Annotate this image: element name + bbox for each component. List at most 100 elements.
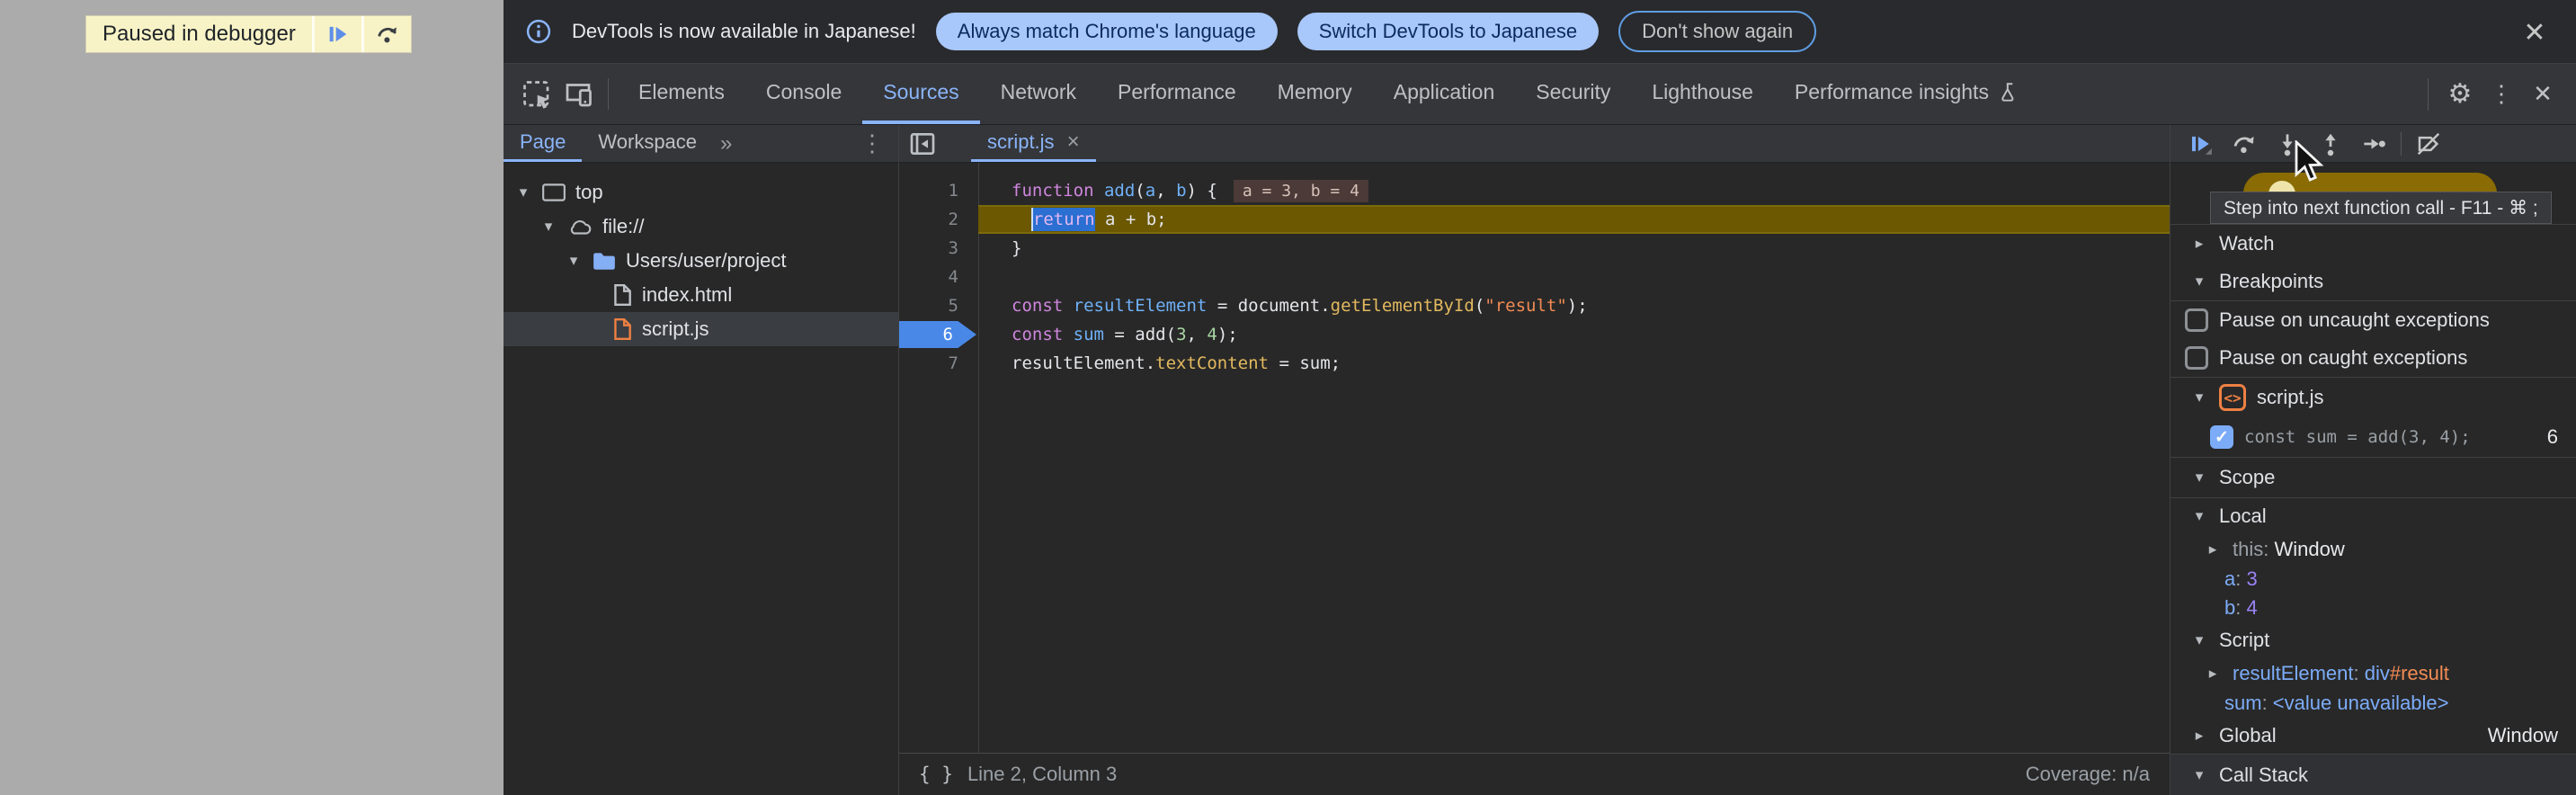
- tab-application[interactable]: Application: [1373, 64, 1516, 124]
- pause-caught-checkbox[interactable]: [2185, 346, 2208, 370]
- watch-section-header[interactable]: ▸ Watch: [2170, 225, 2576, 263]
- dont-show-again-button[interactable]: Don't show again: [1618, 11, 1816, 52]
- toolbar-separator: [608, 78, 609, 110]
- scope-script-group[interactable]: ▾ Script: [2170, 622, 2576, 658]
- navigator-tab-workspace[interactable]: Workspace: [582, 125, 713, 162]
- devtools-main-toolbar: Elements Console Sources Network Perform…: [504, 64, 2576, 125]
- scope-this-row[interactable]: ▸ this: Window: [2170, 534, 2576, 565]
- code-line-3[interactable]: }: [979, 234, 2170, 263]
- tree-item-file-origin[interactable]: ▾ file://: [504, 210, 898, 244]
- scope-sum-row[interactable]: sum: <value unavailable>: [2170, 689, 2576, 718]
- pretty-print-icon[interactable]: { }: [919, 764, 953, 785]
- deactivate-breakpoints-icon[interactable]: [2407, 125, 2450, 163]
- navigator-tab-strip: Page Workspace » ⋮: [504, 125, 898, 163]
- code-line-5[interactable]: const resultElement = document. getEleme…: [979, 291, 2170, 320]
- pause-uncaught-checkbox[interactable]: [2185, 308, 2208, 332]
- resume-script-execution-icon[interactable]: [2179, 125, 2223, 163]
- tree-item-top[interactable]: ▾ top: [504, 175, 898, 210]
- collapse-icon[interactable]: ▾: [2190, 469, 2208, 487]
- code-line-7[interactable]: resultElement. textContent = sum;: [979, 349, 2170, 378]
- code-line-2-paused[interactable]: return a + b;: [978, 205, 2170, 234]
- collapse-icon[interactable]: ▾: [565, 252, 583, 270]
- step-over-next-call-icon[interactable]: [2223, 125, 2266, 163]
- navigator-pane: Page Workspace » ⋮ ▾ top ▾: [504, 125, 899, 795]
- pause-caught-exceptions-row[interactable]: Pause on caught exceptions: [2170, 339, 2576, 377]
- collapse-icon[interactable]: ▾: [514, 183, 532, 201]
- line-number[interactable]: 3: [899, 234, 958, 263]
- tab-security[interactable]: Security: [1515, 64, 1631, 124]
- frame-icon: [541, 182, 566, 203]
- close-tab-icon[interactable]: ×: [1067, 130, 1080, 155]
- tab-lighthouse[interactable]: Lighthouse: [1631, 64, 1774, 124]
- collapse-icon[interactable]: ▾: [2190, 272, 2208, 290]
- call-stack-section-header[interactable]: ▾ Call Stack: [2170, 755, 2576, 795]
- switch-to-japanese-button[interactable]: Switch DevTools to Japanese: [1297, 13, 1599, 50]
- code-line-4[interactable]: [979, 263, 2170, 291]
- tab-network[interactable]: Network: [980, 64, 1097, 124]
- line-number[interactable]: 5: [899, 291, 958, 320]
- resume-script-button[interactable]: [315, 16, 361, 52]
- breakpoint-file-group[interactable]: ▾ <> script.js: [2170, 378, 2576, 417]
- coverage-label: Coverage: n/a: [2026, 763, 2150, 786]
- tab-performance-insights[interactable]: Performance insights: [1774, 64, 2042, 124]
- expand-icon[interactable]: ▸: [2190, 727, 2208, 745]
- always-match-language-button[interactable]: Always match Chrome's language: [936, 13, 1278, 50]
- expand-icon[interactable]: ▸: [2190, 235, 2208, 253]
- paused-in-debugger-banner: Paused in debugger: [85, 15, 412, 53]
- tab-console[interactable]: Console: [745, 64, 862, 124]
- inspect-element-icon[interactable]: [516, 64, 557, 124]
- scope-resultelement-row[interactable]: ▸ resultElement: div#result: [2170, 658, 2576, 689]
- devtools-close-icon[interactable]: ✕: [2522, 74, 2563, 115]
- scope-local-group[interactable]: ▾ Local: [2170, 498, 2576, 534]
- step-icon[interactable]: [2352, 125, 2395, 163]
- tab-elements[interactable]: Elements: [618, 64, 745, 124]
- scope-a-row[interactable]: a: 3: [2170, 565, 2576, 594]
- sources-panel: Page Workspace » ⋮ ▾ top ▾: [504, 125, 2576, 795]
- pause-uncaught-exceptions-row[interactable]: Pause on uncaught exceptions: [2170, 301, 2576, 339]
- breakpoints-section-header[interactable]: ▾ Breakpoints: [2170, 263, 2576, 300]
- device-toolbar-icon[interactable]: [557, 64, 599, 124]
- navigator-kebab-icon[interactable]: ⋮: [846, 125, 898, 162]
- collapse-icon[interactable]: ▾: [539, 218, 557, 236]
- editor-tab-script-js[interactable]: script.js ×: [971, 125, 1096, 162]
- collapse-icon[interactable]: ▾: [2190, 389, 2208, 406]
- tab-performance[interactable]: Performance: [1097, 64, 1257, 124]
- tree-item-project-folder[interactable]: ▾ Users/user/project: [504, 244, 898, 278]
- expand-icon[interactable]: ▸: [2204, 540, 2222, 558]
- tab-memory[interactable]: Memory: [1257, 64, 1373, 124]
- code-line-1[interactable]: function add ( a , b ) { a = 3, b = 4: [979, 176, 2170, 205]
- breakpoint-enabled-checkbox[interactable]: ✓: [2210, 425, 2233, 449]
- code-line-6[interactable]: const sum = add( 3 , 4 );: [979, 320, 2170, 349]
- code-editor[interactable]: 1 2 3 4 5 6 7 function add ( a , b ) { a…: [899, 163, 2170, 753]
- breakpoint-line-number: 6: [2547, 425, 2576, 449]
- paused-banner-text: Paused in debugger: [103, 22, 296, 47]
- experiment-flask-icon: [1998, 81, 2021, 104]
- settings-gear-icon[interactable]: ⚙: [2439, 74, 2481, 115]
- step-over-banner-button[interactable]: [364, 16, 411, 52]
- tab-sources[interactable]: Sources: [862, 64, 979, 124]
- paused-banner-label-seg: Paused in debugger: [86, 16, 312, 52]
- kebab-menu-icon[interactable]: ⋮: [2481, 74, 2522, 115]
- collapse-icon[interactable]: ▾: [2190, 631, 2208, 649]
- scope-global-group[interactable]: ▸ Global Window: [2170, 718, 2576, 754]
- scope-b-row[interactable]: b: 4: [2170, 594, 2576, 622]
- breakpoint-marker[interactable]: 6: [899, 321, 976, 348]
- global-value: Window: [2488, 724, 2576, 747]
- collapse-navigator-icon[interactable]: [899, 125, 946, 162]
- line-number[interactable]: 1: [899, 176, 958, 205]
- debugger-toolbar-separator: [2401, 132, 2402, 156]
- navigator-tab-page[interactable]: Page: [504, 125, 582, 162]
- line-number[interactable]: 4: [899, 263, 958, 291]
- editor-tab-strip: script.js ×: [899, 125, 2170, 163]
- tree-item-index-html[interactable]: index.html: [504, 278, 898, 312]
- collapse-icon[interactable]: ▾: [2190, 507, 2208, 525]
- more-tabs-icon[interactable]: »: [713, 125, 741, 162]
- scope-section-header[interactable]: ▾ Scope: [2170, 458, 2576, 497]
- expand-icon[interactable]: ▸: [2204, 665, 2222, 683]
- tree-item-script-js[interactable]: script.js: [504, 312, 898, 346]
- collapse-icon[interactable]: ▾: [2190, 766, 2208, 784]
- infobar-close-icon[interactable]: ✕: [2515, 13, 2554, 52]
- line-number[interactable]: 7: [899, 349, 958, 378]
- line-number[interactable]: 2: [899, 205, 958, 234]
- breakpoint-entry[interactable]: ✓ const sum = add(3, 4); 6: [2170, 417, 2576, 457]
